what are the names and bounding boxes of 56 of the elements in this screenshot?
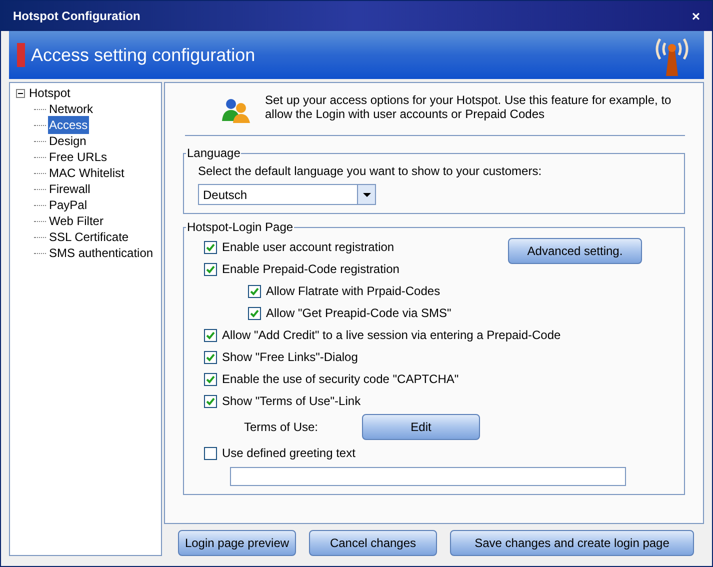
footer-button[interactable]: Login page preview	[178, 530, 296, 556]
check-icon	[206, 396, 215, 406]
advanced-setting-button[interactable]: Advanced setting.	[508, 238, 642, 264]
users-icon	[221, 97, 251, 123]
check-icon	[206, 242, 215, 252]
footer-button[interactable]: Save changes and create login page	[450, 530, 694, 556]
checkbox-label: Show "Free Links"-Dialog	[222, 349, 358, 366]
footer-button[interactable]: Cancel changes	[309, 530, 437, 556]
tree-item[interactable]: Free URLs	[48, 148, 108, 166]
checkbox[interactable]	[204, 372, 217, 386]
check-icon	[206, 330, 215, 340]
tree-item[interactable]: Network	[48, 100, 94, 118]
checkbox-label: Allow "Add Credit" to a live session via entering a Prepaid-Code	[222, 327, 561, 344]
tree-item[interactable]: PayPal	[48, 196, 88, 214]
intro-text: Set up your access options for your Hotspot. Use this feature for example, to allow the Login with user accounts or Prepaid Codes	[265, 93, 672, 121]
checkbox-label: Enable Prepaid-Code registration	[222, 261, 400, 278]
checkbox-label: Allow Flatrate with Prpaid-Codes	[266, 283, 440, 300]
tree-item[interactable]: Access	[48, 116, 89, 134]
language-prompt: Select the default language you want to show to your customers:	[198, 163, 543, 180]
collapse-toggle[interactable]	[16, 88, 25, 98]
check-icon	[206, 374, 215, 384]
checkbox[interactable]	[204, 446, 217, 460]
check-icon	[250, 286, 259, 296]
language-dropdown[interactable]: Deutsch	[198, 184, 376, 205]
group-legend: Hotspot-Login Page	[186, 218, 294, 236]
checkbox-label: Show "Terms of Use"-Link	[222, 393, 361, 410]
checkbox[interactable]	[204, 262, 217, 276]
checkbox[interactable]	[248, 284, 261, 298]
checkbox-label: Allow "Get Preapid-Code via SMS"	[266, 305, 452, 322]
checkbox-label: Enable the use of security code "CAPTCHA"	[222, 371, 459, 388]
tree-item[interactable]: Design	[48, 132, 88, 150]
check-icon	[250, 308, 259, 318]
tree-item[interactable]: SSL Certificate	[48, 228, 130, 246]
tree-item[interactable]: SMS authentication	[48, 244, 154, 262]
banner-marker	[17, 43, 25, 67]
check-icon	[206, 352, 215, 362]
checkbox-label: Use defined greeting text	[222, 445, 356, 462]
checkbox[interactable]	[204, 350, 217, 364]
tree-item[interactable]: Web Filter	[48, 212, 104, 230]
edit-button[interactable]: Edit	[362, 414, 480, 440]
checkbox[interactable]	[204, 328, 217, 342]
terms-label: Terms of Use:	[244, 419, 320, 436]
tree-item[interactable]: Hotspot	[29, 84, 70, 102]
group-legend: Language	[186, 144, 242, 162]
checkbox-label: Enable user account registration	[222, 239, 394, 256]
tree-item[interactable]: MAC Whitelist	[48, 164, 126, 182]
window-title: Hotspot Configuration	[13, 8, 140, 25]
close-button[interactable]: ×	[692, 6, 700, 26]
greeting-text-field[interactable]	[230, 467, 626, 486]
banner-title: Access setting configuration	[31, 44, 256, 67]
checkbox[interactable]	[248, 306, 261, 320]
tree-item[interactable]: Firewall	[48, 180, 92, 198]
checkbox[interactable]	[204, 240, 217, 254]
checkbox[interactable]	[204, 394, 217, 408]
check-icon	[206, 264, 215, 274]
dropdown-arrow-icon	[362, 192, 370, 196]
